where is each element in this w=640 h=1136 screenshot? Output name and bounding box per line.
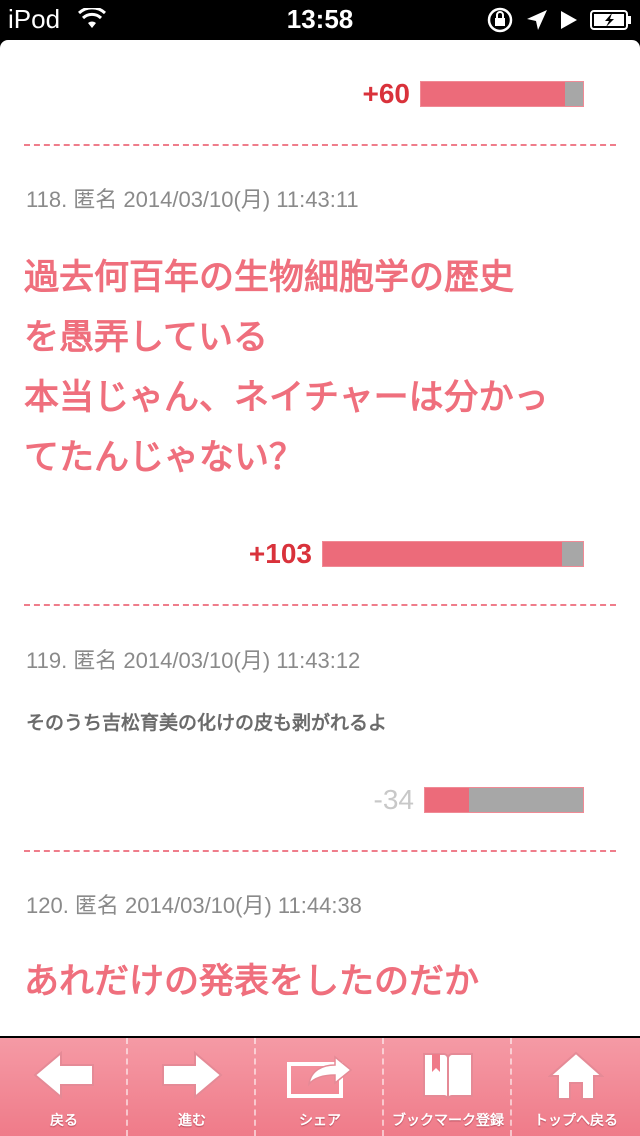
vote-bar[interactable] [424, 787, 584, 813]
battery-icon [590, 9, 632, 35]
vote-score: +60 [362, 78, 411, 109]
forward-button[interactable]: 進む [128, 1038, 256, 1136]
vote-bar[interactable] [420, 81, 584, 107]
comment-meta: 120. 匿名 2014/03/10(月) 11:44:38 [26, 893, 362, 918]
vote-bar-fill [323, 542, 563, 566]
vote-bar[interactable] [322, 541, 584, 567]
comment-line: あれだけの発表をしたのだか [24, 962, 480, 1002]
left-arrow-icon [0, 1050, 128, 1100]
vote-bar-fill [425, 788, 470, 812]
status-bar: iPod 13:58 [0, 0, 640, 40]
comment-body: 過去何百年の生物細胞学の歴史 を愚弄している 本当じゃん、ネイチャーは分かっ て… [24, 248, 614, 488]
vote-row: +60 [362, 78, 584, 110]
right-arrow-icon [128, 1050, 256, 1100]
play-icon [560, 10, 578, 34]
comment-meta: 119. 匿名 2014/03/10(月) 11:43:12 [26, 648, 361, 673]
forward-label: 進む [178, 1113, 206, 1129]
location-icon [526, 9, 548, 35]
comment-line: てたんじゃない？ [24, 438, 305, 478]
vote-row: +103 [249, 538, 584, 570]
book-icon [384, 1050, 512, 1100]
vote-bar-fill [421, 82, 566, 106]
comment-body: そのうち吉松育美の化けの皮も剥がれるよ [26, 712, 388, 734]
back-label: 戻る [50, 1113, 78, 1129]
rotation-lock-icon [486, 6, 514, 38]
comment-body: あれだけの発表をしたのだか [24, 952, 614, 1012]
bookmark-button[interactable]: ブックマーク登録 [384, 1038, 512, 1136]
bookmark-label: ブックマーク登録 [392, 1113, 504, 1129]
divider [24, 144, 616, 146]
top-button[interactable]: トップへ戻る [512, 1038, 640, 1136]
vote-score: +103 [248, 538, 312, 569]
home-icon [512, 1050, 640, 1102]
share-label: シェア [299, 1113, 341, 1129]
vote-row: -34 [374, 784, 584, 816]
comment-line: 本当じゃん、ネイチャーは分かっ [24, 378, 549, 418]
comment-list[interactable]: +60 118. 匿名 2014/03/10(月) 11:43:11 過去何百年… [0, 40, 640, 1036]
share-button[interactable]: シェア [256, 1038, 384, 1136]
divider [24, 850, 616, 852]
back-button[interactable]: 戻る [0, 1038, 128, 1136]
share-icon [256, 1050, 384, 1100]
comment-line: 過去何百年の生物細胞学の歴史 [24, 258, 515, 298]
comment-line: を愚弄している [24, 318, 268, 358]
comment-meta: 118. 匿名 2014/03/10(月) 11:43:11 [26, 187, 359, 212]
bottom-toolbar: 戻る 進む シェア ブックマーク登録 トップへ戻る [0, 1038, 640, 1136]
divider [24, 604, 616, 606]
top-label: トップへ戻る [534, 1113, 618, 1129]
vote-score: -34 [373, 784, 414, 815]
